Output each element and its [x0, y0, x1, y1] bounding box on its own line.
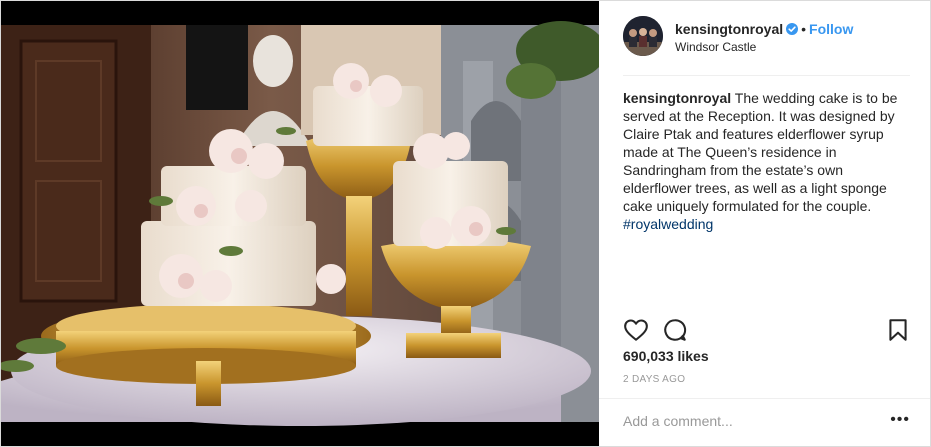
- bookmark-icon[interactable]: [885, 317, 911, 343]
- user-line: kensingtonroyal • Follow: [675, 20, 853, 38]
- heart-icon[interactable]: [623, 317, 649, 343]
- instagram-post-embed: kensingtonroyal • Follow Windsor Castle ke…: [0, 0, 931, 447]
- action-bar: [599, 309, 930, 349]
- caption: kensingtonroyal The wedding cake is to b…: [623, 89, 911, 233]
- follow-button[interactable]: Follow: [809, 21, 853, 37]
- wedding-cake-photo: [1, 1, 599, 446]
- avatar-image: [623, 16, 663, 56]
- post-timestamp[interactable]: 2 DAYS AGO: [623, 374, 685, 385]
- post-header: kensingtonroyal • Follow Windsor Castle: [599, 1, 930, 73]
- caption-text: The wedding cake is to be served at the …: [623, 90, 898, 214]
- caption-username[interactable]: kensingtonroyal: [623, 90, 731, 106]
- add-comment-input[interactable]: [623, 409, 863, 433]
- separator-dot: •: [801, 21, 807, 37]
- post-sidebar: kensingtonroyal • Follow Windsor Castle ke…: [599, 1, 930, 446]
- avatar[interactable]: [623, 16, 663, 56]
- comment-bubble-icon[interactable]: [662, 317, 688, 343]
- post-photo[interactable]: [1, 1, 599, 446]
- verified-badge-icon: [786, 21, 799, 35]
- comment-divider: [599, 398, 930, 399]
- username-link[interactable]: kensingtonroyal: [675, 21, 783, 37]
- more-options-icon[interactable]: •••: [890, 411, 910, 429]
- hashtag-link[interactable]: #royalwedding: [623, 216, 713, 232]
- location-link[interactable]: Windsor Castle: [675, 40, 756, 54]
- likes-count[interactable]: 690,033 likes: [623, 348, 709, 364]
- header-divider: [623, 75, 910, 76]
